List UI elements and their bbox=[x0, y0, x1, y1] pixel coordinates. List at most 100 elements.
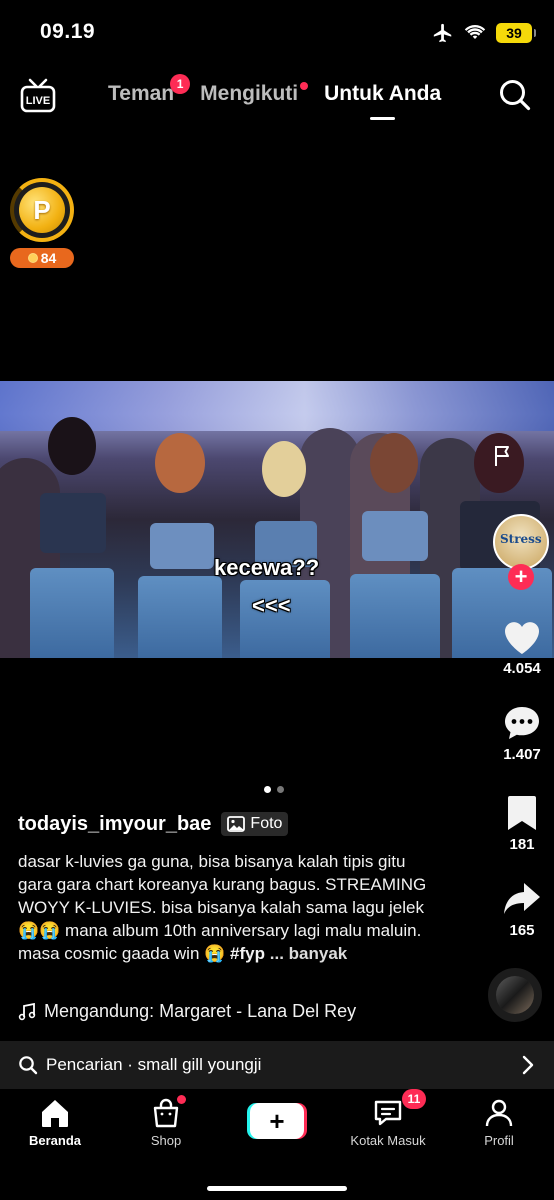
search-button[interactable] bbox=[498, 78, 532, 112]
photo-type-badge: Foto bbox=[221, 812, 289, 836]
tab-untuk-anda[interactable]: Untuk Anda bbox=[324, 82, 442, 120]
follow-button[interactable]: + bbox=[508, 564, 534, 590]
airplane-icon bbox=[433, 23, 452, 43]
wifi-icon bbox=[464, 25, 486, 39]
performer-head bbox=[262, 441, 306, 497]
nav-shop[interactable]: Shop bbox=[121, 1095, 211, 1148]
profile-icon bbox=[483, 1097, 515, 1129]
share-button[interactable]: 165 bbox=[490, 880, 554, 939]
search-query: small gill youngji bbox=[137, 1055, 262, 1074]
shop-notification-dot bbox=[177, 1095, 186, 1104]
battery-level: 39 bbox=[506, 25, 522, 41]
post-description[interactable]: dasar k-luvies ga guna, bisa bisanya kal… bbox=[18, 850, 428, 965]
author-username[interactable]: todayis_imyour_bae bbox=[18, 813, 211, 836]
tab-mengikuti-dot bbox=[300, 82, 309, 90]
status-bar: 09.19 39 bbox=[0, 0, 554, 70]
comment-count: 1.407 bbox=[503, 746, 541, 763]
comment-icon bbox=[505, 707, 539, 739]
author-row: todayis_imyour_bae Foto bbox=[18, 812, 289, 836]
performer-head bbox=[48, 417, 96, 475]
inbox-icon: 11 bbox=[372, 1089, 426, 1129]
coin-icon: P bbox=[19, 187, 65, 233]
performer-skirt bbox=[138, 576, 222, 658]
search-icon bbox=[19, 1056, 38, 1075]
share-arrow-icon bbox=[504, 883, 540, 914]
tab-teman-badge: 1 bbox=[170, 74, 191, 94]
music-cover-art bbox=[496, 976, 534, 1014]
save-button[interactable]: 181 bbox=[490, 794, 554, 853]
performer-head bbox=[155, 433, 205, 493]
music-disc[interactable] bbox=[488, 968, 542, 1022]
share-count: 165 bbox=[509, 922, 535, 939]
performer-skirt bbox=[240, 580, 330, 658]
battery-indicator: 39 bbox=[496, 23, 536, 43]
performer-skirt bbox=[30, 568, 114, 658]
nav-beranda-label: Beranda bbox=[28, 1133, 82, 1148]
home-icon bbox=[39, 1097, 71, 1129]
photo-type-label: Foto bbox=[250, 815, 283, 832]
status-time: 09.19 bbox=[40, 20, 96, 43]
create-post-button[interactable]: + bbox=[247, 1103, 307, 1139]
avatar-label: Stress bbox=[500, 532, 542, 546]
tab-teman[interactable]: Teman 1 bbox=[108, 74, 191, 106]
performer-head bbox=[370, 433, 418, 493]
search-icon bbox=[500, 80, 531, 111]
nav-profil[interactable]: Profil bbox=[454, 1097, 544, 1148]
chevron-right-icon bbox=[522, 1055, 534, 1075]
see-more-link[interactable]: ... banyak bbox=[270, 944, 347, 963]
photo-caption-text: kecewa?? bbox=[214, 555, 320, 580]
inbox-badge: 11 bbox=[402, 1089, 426, 1109]
like-button[interactable]: 4.054 bbox=[490, 618, 554, 677]
music-row[interactable]: Mengandung: Margaret - Lana Del Rey bbox=[18, 1001, 356, 1022]
tab-untuk-anda-label: Untuk Anda bbox=[324, 82, 442, 105]
creator-avatar[interactable]: Stress bbox=[493, 514, 549, 570]
top-nav: LIVE Teman 1 Mengikuti Untuk Anda bbox=[0, 70, 554, 124]
post-photo[interactable]: kecewa?? <<< bbox=[0, 381, 554, 658]
performer-skirt bbox=[350, 574, 440, 658]
performer-top bbox=[150, 523, 214, 569]
svg-text:LIVE: LIVE bbox=[26, 95, 50, 107]
nav-shop-label: Shop bbox=[150, 1133, 182, 1148]
nav-kotak-masuk-label: Kotak Masuk bbox=[350, 1133, 426, 1148]
heart-icon bbox=[505, 622, 539, 654]
flag-icon bbox=[495, 446, 509, 466]
bookmark-icon bbox=[508, 796, 536, 830]
shopping-bag-icon bbox=[150, 1095, 186, 1129]
coin-progress-ring: P bbox=[10, 178, 74, 242]
nav-profil-label: Profil bbox=[484, 1133, 514, 1148]
coin-count-badge: 84 bbox=[10, 248, 74, 268]
search-prefix: Pencarian bbox=[46, 1055, 123, 1074]
comment-button[interactable]: 1.407 bbox=[490, 704, 554, 763]
mini-coin-icon bbox=[27, 253, 38, 263]
home-indicator bbox=[207, 1186, 347, 1191]
performer-top bbox=[40, 493, 106, 553]
nav-kotak-masuk[interactable]: 11 Kotak Masuk bbox=[343, 1089, 433, 1148]
live-tv-icon: LIVE bbox=[20, 78, 56, 113]
status-icons: 39 bbox=[432, 22, 536, 44]
image-icon bbox=[227, 816, 246, 832]
feed-tabs: Teman 1 Mengikuti Untuk Anda bbox=[108, 74, 442, 120]
tab-mengikuti[interactable]: Mengikuti bbox=[200, 82, 309, 106]
bottom-nav: Beranda Shop + 11 Kotak Masuk Profil bbox=[0, 1089, 554, 1200]
tab-mengikuti-label: Mengikuti bbox=[200, 82, 299, 105]
coin-reward-widget[interactable]: P 84 bbox=[10, 178, 76, 270]
tab-teman-label: Teman bbox=[108, 82, 175, 105]
search-separator: · bbox=[122, 1055, 138, 1074]
search-suggestion-label: Pencarian · small gill youngji bbox=[46, 1055, 261, 1075]
performer-top bbox=[362, 511, 428, 561]
live-button[interactable]: LIVE bbox=[18, 76, 58, 114]
search-suggestion-bar[interactable]: Pencarian · small gill youngji bbox=[0, 1041, 554, 1089]
photo-pagination[interactable] bbox=[264, 786, 284, 793]
nav-beranda[interactable]: Beranda bbox=[10, 1097, 100, 1148]
hashtag-link[interactable]: #fyp bbox=[230, 944, 265, 963]
page-dot bbox=[277, 786, 284, 793]
save-count: 181 bbox=[509, 836, 535, 853]
plus-icon: + bbox=[250, 1103, 304, 1139]
coin-count: 84 bbox=[40, 250, 57, 266]
report-button[interactable] bbox=[490, 442, 516, 468]
music-title: Mengandung: Margaret - Lana Del Rey bbox=[44, 1001, 357, 1021]
description-text: dasar k-luvies ga guna, bisa bisanya kal… bbox=[18, 852, 427, 963]
photo-caption-arrows: <<< bbox=[252, 593, 291, 618]
page-dot-active bbox=[264, 786, 271, 793]
like-count: 4.054 bbox=[503, 660, 541, 677]
